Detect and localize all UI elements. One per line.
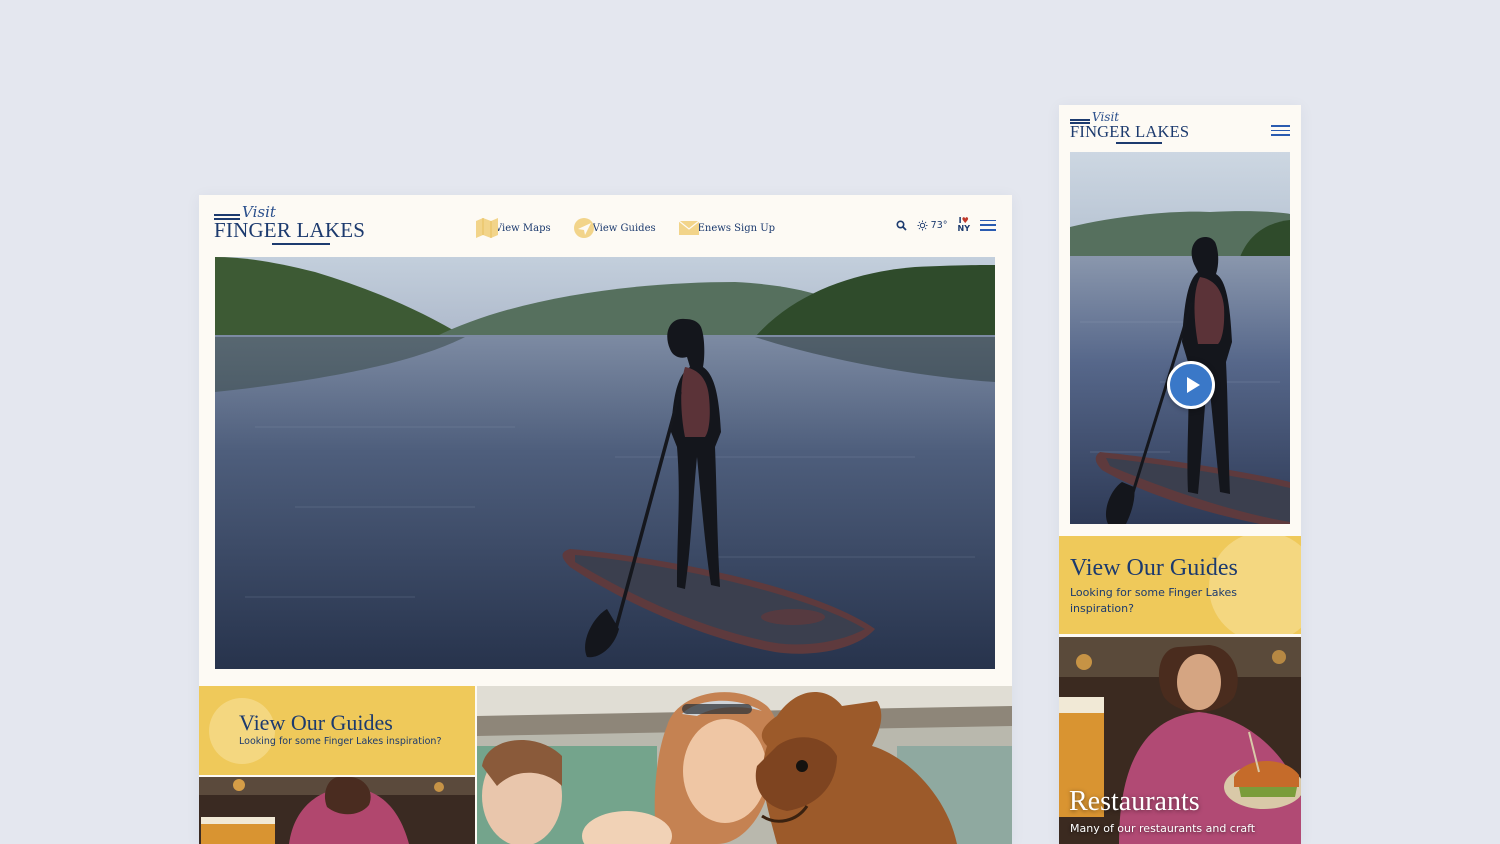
nav-view-maps[interactable]: View Maps — [475, 217, 551, 239]
guides-title: View Our Guides — [239, 710, 393, 735]
logo-rule — [272, 243, 330, 245]
logo-name-text: FINGER LAKES — [1070, 122, 1190, 141]
map-icon — [475, 217, 499, 239]
guides-tile[interactable]: View Our Guides Looking for some Finger … — [199, 686, 475, 775]
play-button-icon[interactable] — [1167, 361, 1215, 409]
logo-rule — [1116, 142, 1162, 144]
mobile-mockup: Visit FINGER LAKES View Our Guides Looki… — [1059, 105, 1301, 844]
logo-rule — [1070, 119, 1090, 121]
weather-widget[interactable]: 73° — [917, 220, 948, 231]
nav-enews-signup[interactable]: Enews Sign Up — [678, 217, 775, 239]
sun-icon — [917, 220, 928, 231]
desktop-mockup: Visit FINGER LAKES View Maps View Guides — [199, 195, 1012, 844]
guides-subtitle: Looking for some Finger Lakes inspiratio… — [239, 736, 442, 747]
search-icon[interactable] — [896, 219, 907, 231]
guides-subtitle: Looking for some Finger Lakes inspiratio… — [1070, 586, 1238, 615]
site-logo[interactable]: Visit FINGER LAKES — [1070, 110, 1189, 145]
hamburger-menu-icon[interactable] — [1271, 125, 1290, 136]
nav-label: View Maps — [495, 222, 551, 234]
paper-plane-icon — [573, 217, 597, 239]
i-love-ny-logo[interactable]: I♥ NY — [958, 217, 971, 233]
envelope-icon — [678, 217, 702, 239]
hamburger-menu-icon[interactable] — [980, 219, 996, 231]
top-nav: View Maps View Guides Enews Sign Up — [475, 217, 775, 239]
guides-title: View Our Guides — [1070, 555, 1238, 581]
site-logo[interactable]: Visit FINGER LAKES — [214, 203, 365, 245]
logo-name-text: FINGER LAKES — [214, 218, 366, 242]
nav-view-guides[interactable]: View Guides — [573, 217, 656, 239]
restaurants-title: Restaurants — [1069, 786, 1200, 817]
hero-video[interactable] — [1070, 152, 1290, 524]
hero-image — [215, 257, 995, 669]
iny-ny: NY — [957, 224, 971, 233]
weather-temp: 73° — [930, 219, 948, 231]
restaurant-image[interactable] — [199, 777, 475, 844]
alpaca-photo[interactable] — [477, 686, 1012, 844]
nav-label: View Guides — [592, 222, 656, 234]
restaurants-subtitle: Many of our restaurants and craft — [1070, 822, 1256, 835]
restaurants-tile[interactable]: Restaurants Many of our restaurants and … — [1059, 637, 1301, 844]
nav-label: Enews Sign Up — [697, 222, 776, 234]
logo-rule — [214, 214, 240, 216]
site-header: Visit FINGER LAKES View Maps View Guides — [199, 195, 1012, 257]
header-tools: 73° I♥ NY — [896, 217, 996, 233]
guides-tile[interactable]: View Our Guides Looking for some Finger … — [1059, 536, 1301, 634]
